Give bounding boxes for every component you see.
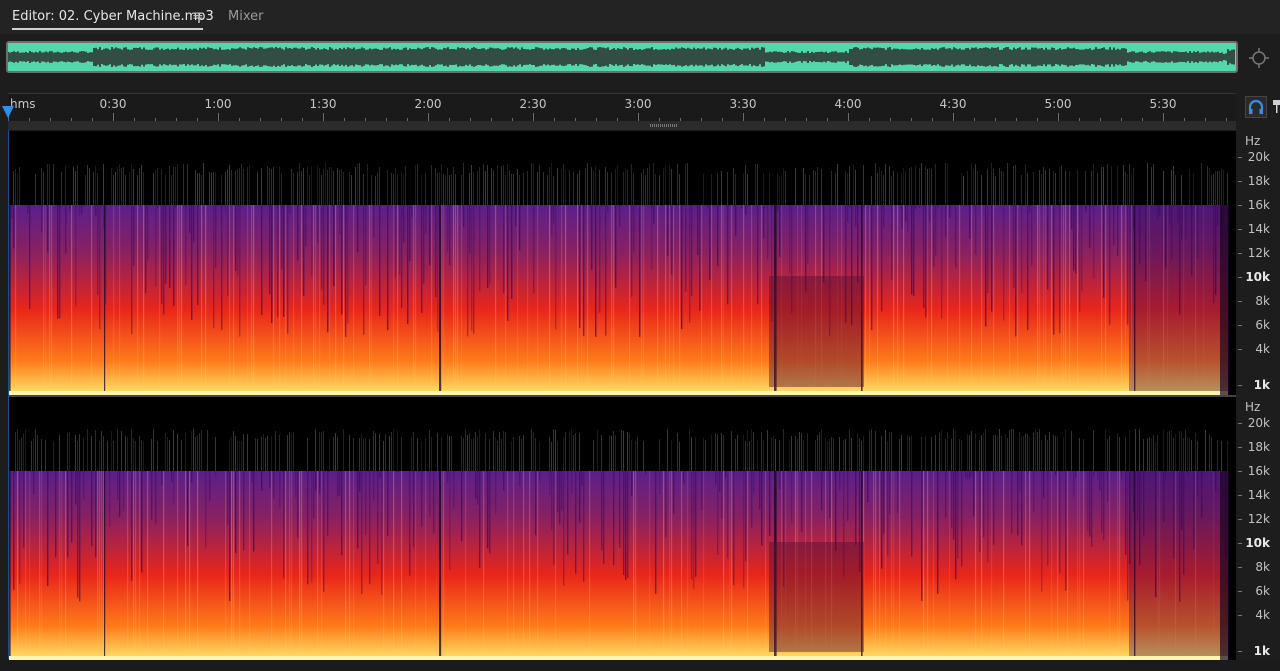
bottom-bar [0, 660, 1280, 671]
ruler-label: 1:30 [309, 97, 337, 111]
frequency-tick [1238, 471, 1242, 472]
overview-waveform-path [8, 47, 1235, 67]
monitor-button[interactable] [1245, 96, 1267, 118]
frequency-tick [1238, 205, 1242, 206]
frequency-tick [1238, 423, 1242, 424]
frequency-label: 12k [1247, 512, 1270, 526]
spectrogram-right [9, 429, 1229, 660]
frequency-unit-label: Hz [1245, 400, 1261, 414]
frequency-axis-right: Hz 20k 18k 16k 14k 12k 10k 8k 6k 4k 1k [1238, 397, 1280, 660]
editor-tab[interactable]: Editor: 02. Cyber Machine.mp3 [12, 9, 214, 24]
frequency-label: 1k [1253, 378, 1270, 392]
frequency-tick [1238, 447, 1242, 448]
ruler-label: 2:00 [414, 97, 442, 111]
ruler-label: 3:30 [729, 97, 757, 111]
frequency-tick [1238, 519, 1242, 520]
frequency-axis-left: Hz 20k 18k 16k 14k 12k 10k 8k 6k 4k 1k [1238, 131, 1280, 395]
frequency-tick [1238, 591, 1242, 592]
frequency-unit-label: Hz [1245, 134, 1261, 148]
frequency-label: 6k [1255, 318, 1270, 332]
ruler-label: 3:00 [624, 97, 652, 111]
frequency-label: 14k [1247, 488, 1270, 502]
frequency-tick [1238, 229, 1242, 230]
frequency-tick [1238, 385, 1242, 386]
frequency-tick [1238, 253, 1242, 254]
frequency-label: 6k [1255, 584, 1270, 598]
editor-tab-bar: Editor: 02. Cyber Machine.mp3 ≡ Mixer [0, 0, 1280, 34]
spectrogram-left [9, 163, 1229, 395]
frequency-label: 10k [1245, 270, 1270, 284]
ruler-label: 5:30 [1149, 97, 1177, 111]
time-ruler[interactable]: hms 0:30 1:00 1:30 2:00 2:30 3:00 3:30 4:00 4:30 5… [8, 93, 1236, 122]
resize-grip[interactable] [650, 124, 678, 127]
frequency-label: 14k [1247, 222, 1270, 236]
ruler-label: 0:30 [99, 97, 127, 111]
waveform-overview[interactable] [6, 41, 1238, 73]
frequency-label: 20k [1247, 150, 1270, 164]
playhead-marker[interactable] [2, 106, 14, 118]
frequency-label: 16k [1247, 198, 1270, 212]
mixer-tab[interactable]: Mixer [228, 9, 263, 24]
headphones-icon [1248, 99, 1264, 114]
frequency-tick [1238, 349, 1242, 350]
frequency-label: 10k [1245, 536, 1270, 550]
ruler-label: 2:30 [519, 97, 547, 111]
frequency-tick [1238, 157, 1242, 158]
hamburger-icon[interactable]: ≡ [192, 8, 204, 24]
ruler-label: 4:30 [939, 97, 967, 111]
frequency-label: 18k [1247, 174, 1270, 188]
frequency-tick [1238, 543, 1242, 544]
frequency-label: 18k [1247, 440, 1270, 454]
zoom-navigator-icon[interactable] [1247, 46, 1271, 70]
frequency-tick [1238, 277, 1242, 278]
frequency-label: 4k [1255, 608, 1270, 622]
panel-divider[interactable] [8, 121, 1236, 130]
frequency-label: 8k [1255, 294, 1270, 308]
ruler-label: 4:00 [834, 97, 862, 111]
active-tab-indicator [12, 28, 203, 30]
frequency-label: 8k [1255, 560, 1270, 574]
ruler-label: 5:00 [1044, 97, 1072, 111]
frequency-tick [1238, 615, 1242, 616]
frequency-tick [1238, 301, 1242, 302]
frequency-label: 4k [1255, 342, 1270, 356]
spectral-energy [9, 471, 1228, 660]
frequency-tick [1238, 495, 1242, 496]
spectral-channel-left[interactable] [9, 131, 1236, 395]
overview-waveform [8, 47, 1235, 67]
frequency-tick [1238, 325, 1242, 326]
frequency-label: 1k [1253, 644, 1270, 658]
frequency-label: 16k [1247, 464, 1270, 478]
frequency-tick [1238, 567, 1242, 568]
pin-button[interactable] [1271, 96, 1280, 118]
ruler-label: 1:00 [204, 97, 232, 111]
spectral-channel-right[interactable] [9, 397, 1236, 660]
frequency-tick [1238, 651, 1242, 652]
frequency-label: 12k [1247, 246, 1270, 260]
frequency-tick [1238, 181, 1242, 182]
frequency-label: 20k [1247, 416, 1270, 430]
pin-icon [1273, 100, 1280, 113]
